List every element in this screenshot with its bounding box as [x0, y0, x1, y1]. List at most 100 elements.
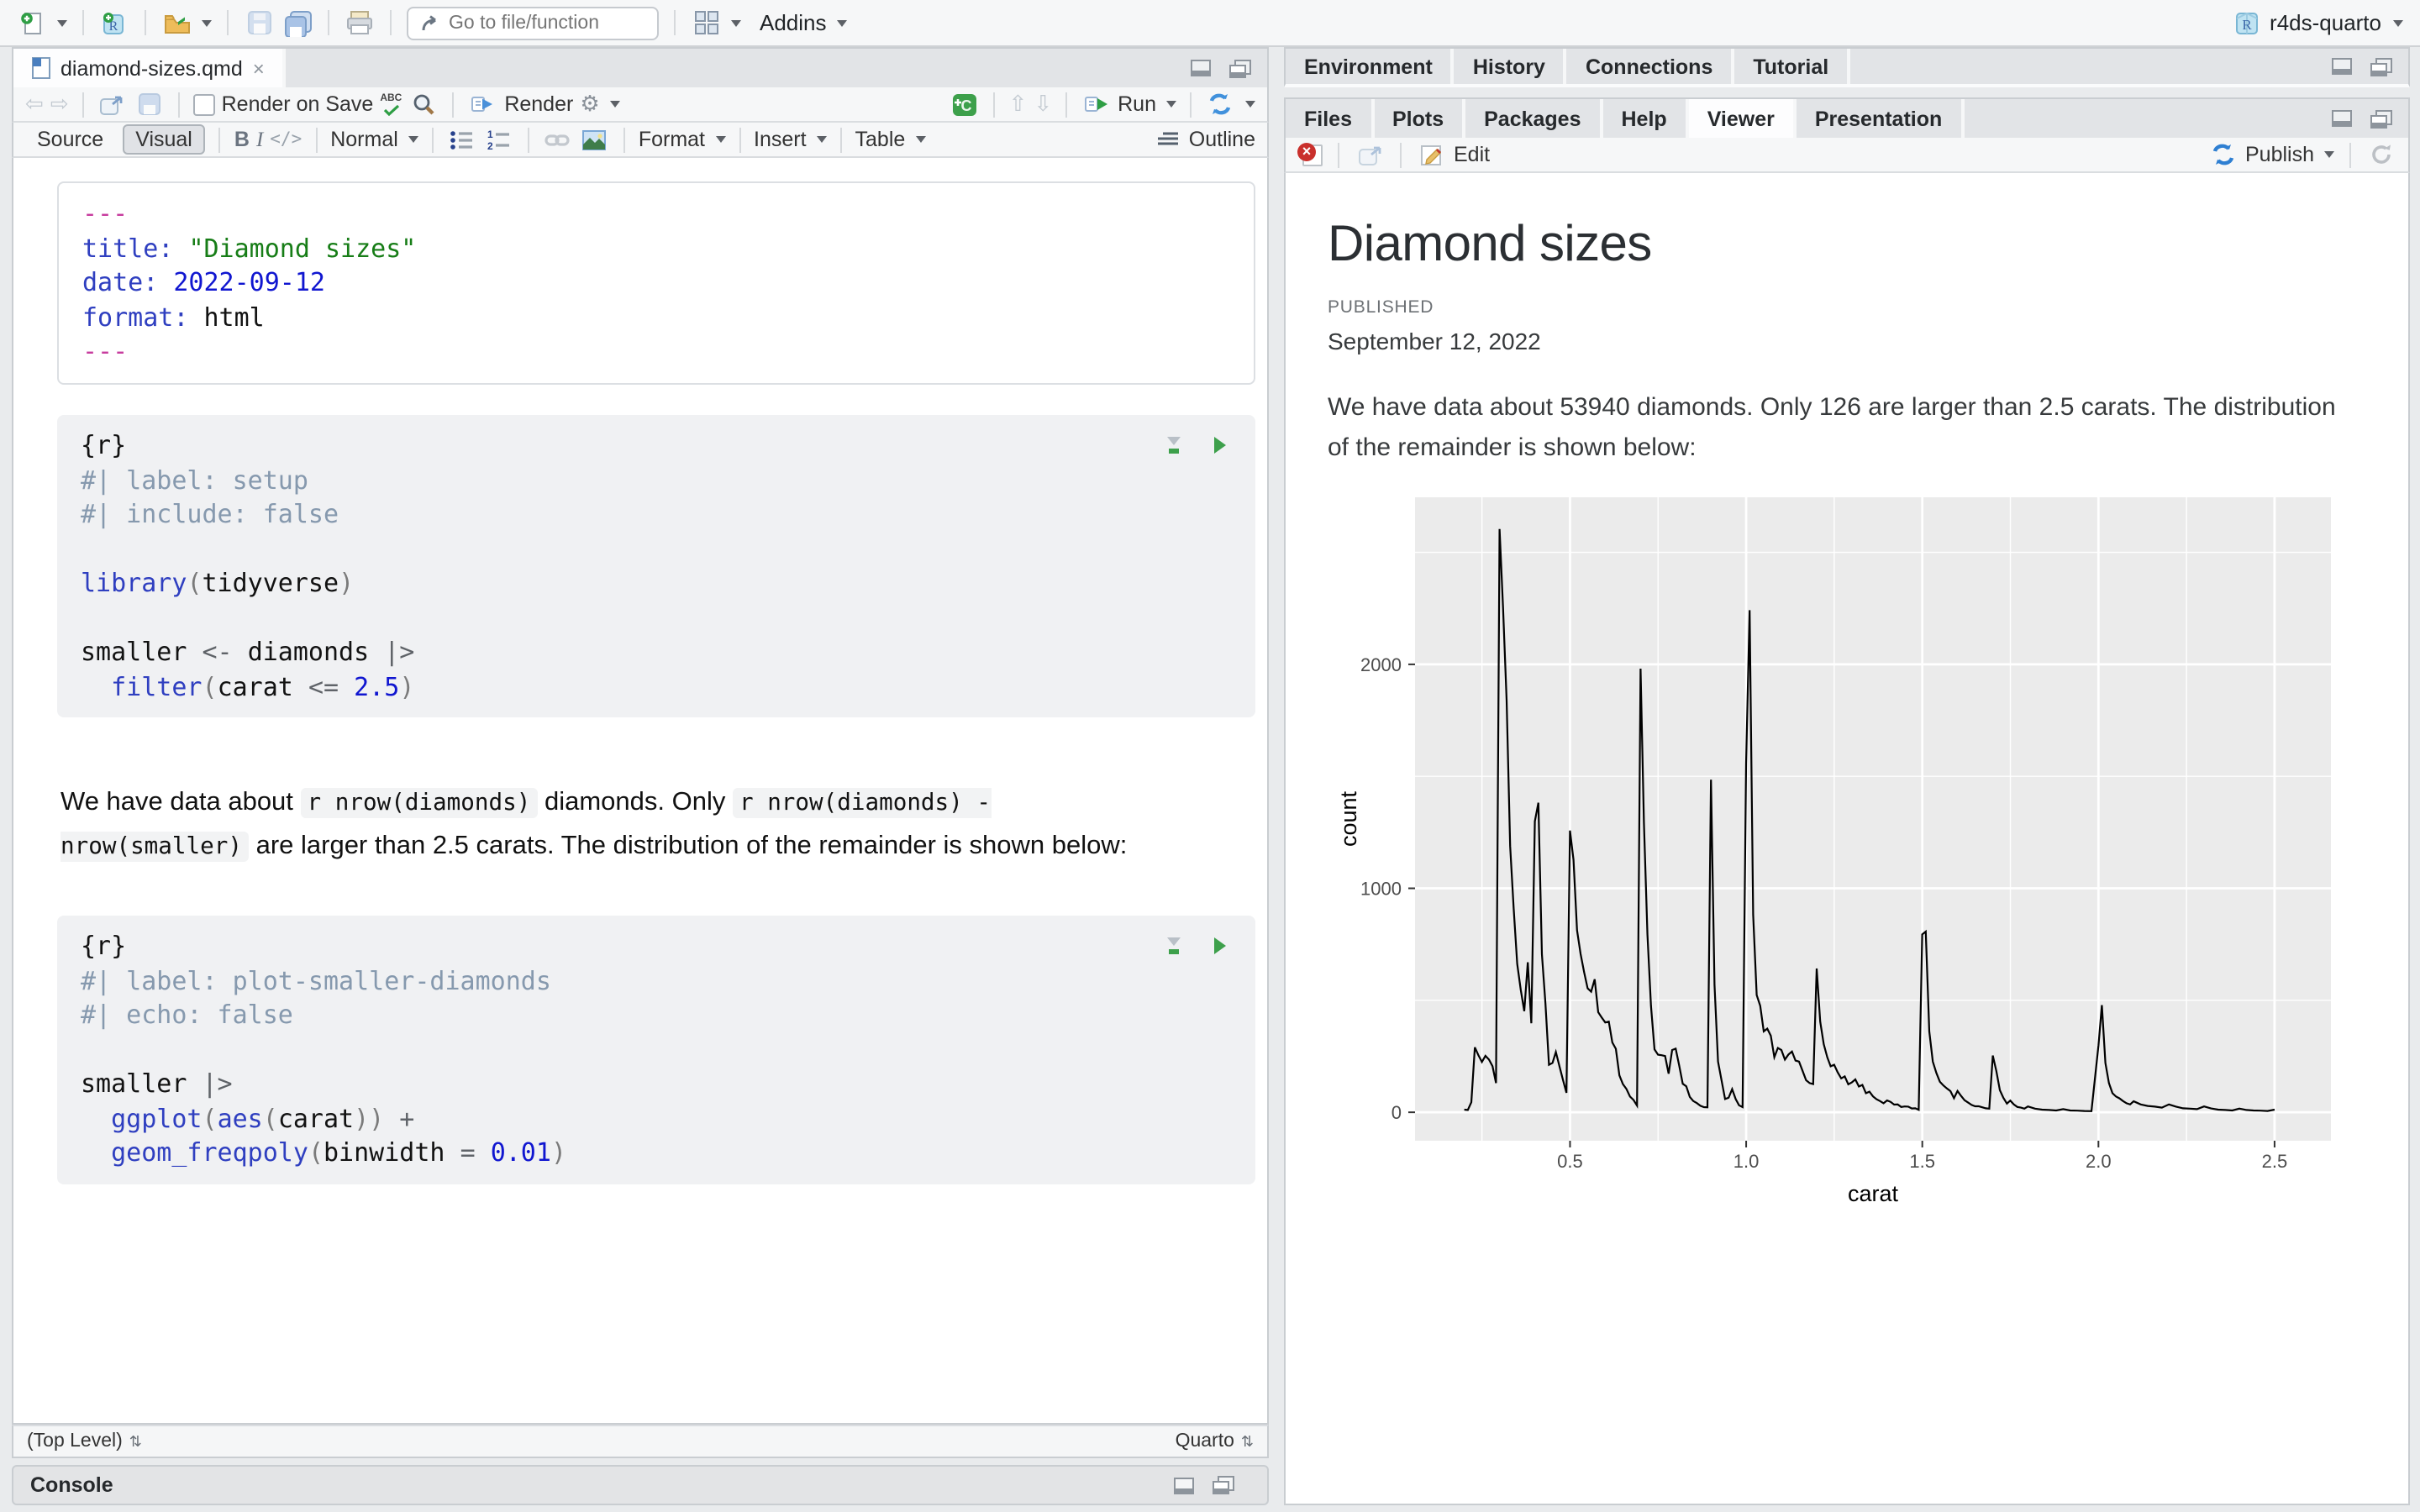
- addins-menu[interactable]: Addins: [760, 10, 847, 35]
- plot-chunk[interactable]: {r} #| label: plot-smaller-diamonds #| ech…: [57, 916, 1255, 1184]
- source-sync-icon[interactable]: [1205, 89, 1235, 119]
- edit-button[interactable]: Edit: [1417, 139, 1490, 170]
- new-file-icon[interactable]: [17, 8, 47, 38]
- go-next-chunk-icon[interactable]: ⇩: [1034, 91, 1052, 118]
- tab-plots[interactable]: Plots: [1374, 99, 1466, 138]
- new-file-caret[interactable]: [57, 19, 67, 26]
- open-file-icon[interactable]: [161, 8, 192, 38]
- pane-layout-icon[interactable]: [691, 8, 721, 38]
- pane-layout-caret[interactable]: [731, 19, 741, 26]
- minimize-pane-icon[interactable]: [1168, 1470, 1198, 1500]
- publish-button[interactable]: Publish: [2208, 139, 2334, 170]
- minimize-pane-icon[interactable]: [1185, 53, 1215, 83]
- run-chunk-icon[interactable]: [1205, 931, 1235, 961]
- minimize-pane-icon[interactable]: [2326, 103, 2356, 134]
- tab-environment[interactable]: Environment: [1286, 49, 1455, 84]
- project-name: r4ds-quarto: [2270, 10, 2381, 35]
- popout-icon[interactable]: [1355, 139, 1385, 170]
- bold-button[interactable]: B: [234, 128, 250, 151]
- render-button[interactable]: Render: [467, 89, 573, 119]
- code-format-button[interactable]: </>: [270, 129, 302, 150]
- goto-file-input[interactable]: [449, 13, 645, 33]
- run-chunk-icon[interactable]: [1205, 430, 1235, 460]
- open-file-caret[interactable]: [202, 19, 212, 26]
- paragraph-style-dropdown[interactable]: Normal: [330, 128, 418, 151]
- yaml-block[interactable]: --- title: "Diamond sizes" date: 2022-09-1…: [57, 181, 1255, 384]
- tab-files[interactable]: Files: [1286, 99, 1374, 138]
- files-tabbar: Files Plots Packages Help Viewer Presentation: [1284, 97, 2410, 138]
- tab-viewer[interactable]: Viewer: [1688, 99, 1797, 138]
- tab-diamond-sizes-qmd[interactable]: diamond-sizes.qmd ×: [13, 49, 287, 87]
- visual-mode-button[interactable]: Visual: [122, 124, 206, 155]
- inline-code: r nrow(diamonds): [300, 787, 538, 817]
- tab-packages[interactable]: Packages: [1465, 99, 1603, 138]
- divider: [1400, 142, 1402, 167]
- run-chunks-above-icon[interactable]: [1158, 931, 1188, 961]
- run-chunks-above-icon[interactable]: [1158, 430, 1188, 460]
- save-all-icon[interactable]: [282, 8, 313, 38]
- new-project-icon[interactable]: R: [99, 8, 129, 38]
- popout-icon[interactable]: [97, 89, 128, 119]
- goto-file-box[interactable]: [407, 6, 659, 39]
- save-doc-icon[interactable]: [134, 89, 165, 119]
- go-prev-chunk-icon[interactable]: ⇧: [1009, 91, 1028, 118]
- source-mode-button[interactable]: Source: [25, 126, 115, 153]
- close-icon[interactable]: ×: [253, 58, 265, 78]
- gear-icon[interactable]: ⚙: [580, 91, 599, 118]
- divider: [623, 127, 625, 152]
- save-icon[interactable]: [244, 8, 274, 38]
- back-icon[interactable]: ⇦: [25, 91, 44, 118]
- italic-button[interactable]: I: [256, 127, 263, 152]
- run-caret[interactable]: [1166, 101, 1176, 108]
- render-on-save-checkbox[interactable]: [192, 93, 215, 115]
- link-icon[interactable]: [543, 124, 573, 155]
- visual-editor[interactable]: --- title: "Diamond sizes" date: 2022-09-1…: [12, 158, 1269, 1425]
- scope-selector[interactable]: (Top Level) ⇅: [27, 1431, 142, 1452]
- render-icon: [467, 89, 497, 119]
- outline-toggle[interactable]: Outline: [1152, 124, 1255, 155]
- minimize-pane-icon[interactable]: [2326, 51, 2356, 81]
- format-menu[interactable]: Format: [639, 128, 725, 151]
- tab-presentation[interactable]: Presentation: [1797, 99, 1965, 138]
- maximize-pane-icon[interactable]: [1208, 1470, 1239, 1500]
- divider: [218, 127, 221, 152]
- divider: [674, 10, 676, 35]
- console-header[interactable]: Console: [12, 1465, 1269, 1505]
- render-options-caret[interactable]: [609, 101, 620, 108]
- forward-icon[interactable]: ⇨: [50, 91, 69, 118]
- source-pane: diamond-sizes.qmd × ⇦ ⇨ Render on Save A…: [12, 47, 1269, 1505]
- run-button[interactable]: Run: [1081, 89, 1156, 119]
- markdown-paragraph[interactable]: We have data about r nrow(diamonds) diam…: [60, 780, 1190, 868]
- print-icon[interactable]: [345, 8, 375, 38]
- rstudio-window: R Go to file/function Addins R r4ds-quar…: [0, 0, 2420, 1512]
- svg-text:R: R: [2241, 16, 2251, 32]
- clear-viewer-icon[interactable]: ×: [1297, 143, 1323, 166]
- project-menu[interactable]: R r4ds-quarto: [2231, 8, 2403, 38]
- divider: [1190, 92, 1192, 117]
- new-chunk-icon[interactable]: C: [950, 89, 981, 119]
- filename: diamond-sizes.qmd: [60, 56, 243, 80]
- setup-chunk[interactable]: {r} #| label: setup #| include: false libra…: [57, 415, 1255, 717]
- editor-statusbar: (Top Level) ⇅ Quarto ⇅: [12, 1425, 1269, 1458]
- render-on-save-label: Render on Save: [221, 92, 374, 116]
- spellcheck-icon[interactable]: ABC: [380, 93, 402, 115]
- tab-tutorial[interactable]: Tutorial: [1734, 49, 1851, 84]
- search-icon[interactable]: [408, 89, 439, 119]
- bullet-list-icon[interactable]: [447, 124, 477, 155]
- maximize-pane-icon[interactable]: [2366, 103, 2396, 134]
- tab-history[interactable]: History: [1455, 49, 1567, 84]
- doc-mode-selector[interactable]: Quarto ⇅: [1176, 1431, 1254, 1452]
- image-icon[interactable]: [580, 124, 610, 155]
- tab-connections[interactable]: Connections: [1567, 49, 1735, 84]
- insert-menu[interactable]: Insert: [754, 128, 827, 151]
- maximize-pane-icon[interactable]: [1225, 53, 1255, 83]
- maximize-pane-icon[interactable]: [2366, 51, 2396, 81]
- tab-help[interactable]: Help: [1603, 99, 1689, 138]
- numbered-list-icon[interactable]: 12: [484, 124, 514, 155]
- editor-toolbar: ⇦ ⇨ Render on Save ABC Render ⚙ C ⇧ ⇩ Ru…: [12, 87, 1269, 123]
- refresh-icon[interactable]: [2366, 139, 2396, 170]
- document-paragraph: We have data about 53940 diamonds. Only …: [1328, 393, 2336, 462]
- table-menu[interactable]: Table: [855, 128, 926, 151]
- viewer-pane[interactable]: Diamond sizes PUBLISHED September 12, 20…: [1284, 173, 2410, 1505]
- source-sync-caret[interactable]: [1245, 101, 1255, 108]
